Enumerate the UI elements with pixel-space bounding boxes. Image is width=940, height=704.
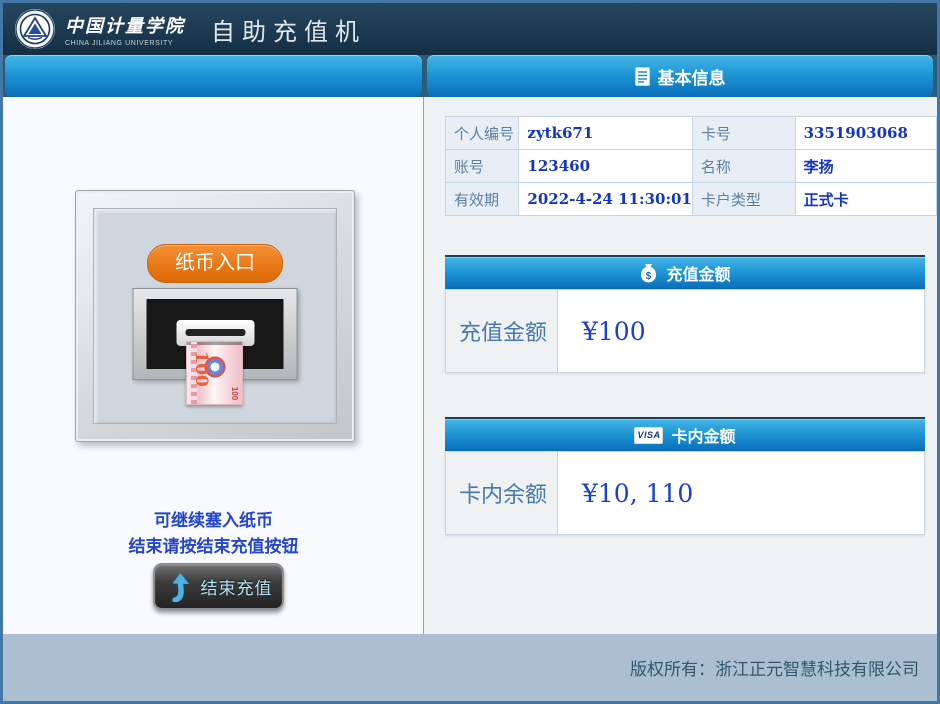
card-balance-row: 卡内余额 ¥10, 110 xyxy=(445,451,925,535)
cash-insert-panel: 纸币入口 100 100 可继续塞入纸币 结束请按结束充值按钮 xyxy=(3,97,424,634)
footer: 版权所有：浙江正元智慧科技有限公司 xyxy=(3,634,937,701)
banknote-entry-label: 纸币入口 xyxy=(147,244,283,283)
recharge-kiosk-page: 中国计量学院 CHINA JILIANG UNIVERSITY 自助充值机 基本… xyxy=(0,0,940,704)
copyright-text: 版权所有：浙江正元智慧科技有限公司 xyxy=(630,655,919,680)
field-label: 个人编号 xyxy=(446,117,519,150)
svg-text:$: $ xyxy=(646,271,652,282)
university-logo-icon xyxy=(14,8,56,50)
recharge-amount-row: 充值金额 ¥100 xyxy=(445,289,925,373)
basic-info-title: 基本信息 xyxy=(658,64,726,89)
field-label: 卡户类型 xyxy=(692,183,795,216)
field-label: 卡号 xyxy=(692,117,795,150)
field-value: 123460 xyxy=(519,150,692,183)
university-name: 中国计量学院 CHINA JILIANG UNIVERSITY xyxy=(65,12,185,47)
card-balance-value: ¥10, 110 xyxy=(558,452,924,534)
card-balance-title: 卡内金额 xyxy=(671,423,735,447)
recharge-amount-title: 充值金额 xyxy=(666,261,730,285)
instruction-line-2: 结束请按结束充值按钮 xyxy=(3,534,424,560)
card-balance-header: VISA 卡内金额 xyxy=(445,417,925,451)
curved-arrow-icon xyxy=(165,572,193,602)
field-value: 正式卡 xyxy=(795,183,936,216)
field-value: 2022-4-24 11:30:01 xyxy=(519,183,692,216)
instruction-line-1: 可继续塞入纸币 xyxy=(3,508,424,534)
banknote-image: 100 100 xyxy=(186,341,243,405)
page-title: 自助充值机 xyxy=(211,12,366,47)
document-icon xyxy=(635,67,650,86)
left-section-bar xyxy=(5,55,422,97)
field-value: 3351903068 xyxy=(795,117,936,150)
table-row: 个人编号 zytk671 卡号 3351903068 xyxy=(446,117,937,150)
field-label: 账号 xyxy=(446,150,519,183)
card-balance-label: 卡内余额 xyxy=(446,452,558,534)
banknote-denomination-small: 100 xyxy=(230,387,239,400)
university-name-en: CHINA JILIANG UNIVERSITY xyxy=(65,40,185,47)
banknote-denomination: 100 xyxy=(191,351,211,387)
finish-recharge-label: 结束充值 xyxy=(201,574,273,599)
recharge-amount-label: 充值金额 xyxy=(446,290,558,372)
instruction-text: 可继续塞入纸币 结束请按结束充值按钮 xyxy=(3,508,424,560)
cash-acceptor-image: 纸币入口 100 100 xyxy=(75,190,355,442)
slot-slit xyxy=(185,329,245,336)
field-label: 名称 xyxy=(692,150,795,183)
recharge-amount-value: ¥100 xyxy=(558,290,924,372)
field-value: 李扬 xyxy=(795,150,936,183)
account-info-panel: 个人编号 zytk671 卡号 3351903068 账号 123460 名称 … xyxy=(424,97,937,634)
university-name-cn: 中国计量学院 xyxy=(65,12,185,38)
basic-info-table: 个人编号 zytk671 卡号 3351903068 账号 123460 名称 … xyxy=(445,116,937,216)
header: 中国计量学院 CHINA JILIANG UNIVERSITY 自助充值机 xyxy=(3,3,937,55)
visa-card-icon: VISA xyxy=(634,427,663,444)
table-row: 有效期 2022-4-24 11:30:01 卡户类型 正式卡 xyxy=(446,183,937,216)
table-row: 账号 123460 名称 李扬 xyxy=(446,150,937,183)
moneybag-icon: $ xyxy=(639,263,658,284)
field-label: 有效期 xyxy=(446,183,519,216)
basic-info-header-bar: 基本信息 xyxy=(427,55,933,97)
finish-recharge-button[interactable]: 结束充值 xyxy=(153,563,284,610)
field-value: zytk671 xyxy=(519,117,692,150)
recharge-amount-header: $ 充值金额 xyxy=(445,255,925,289)
